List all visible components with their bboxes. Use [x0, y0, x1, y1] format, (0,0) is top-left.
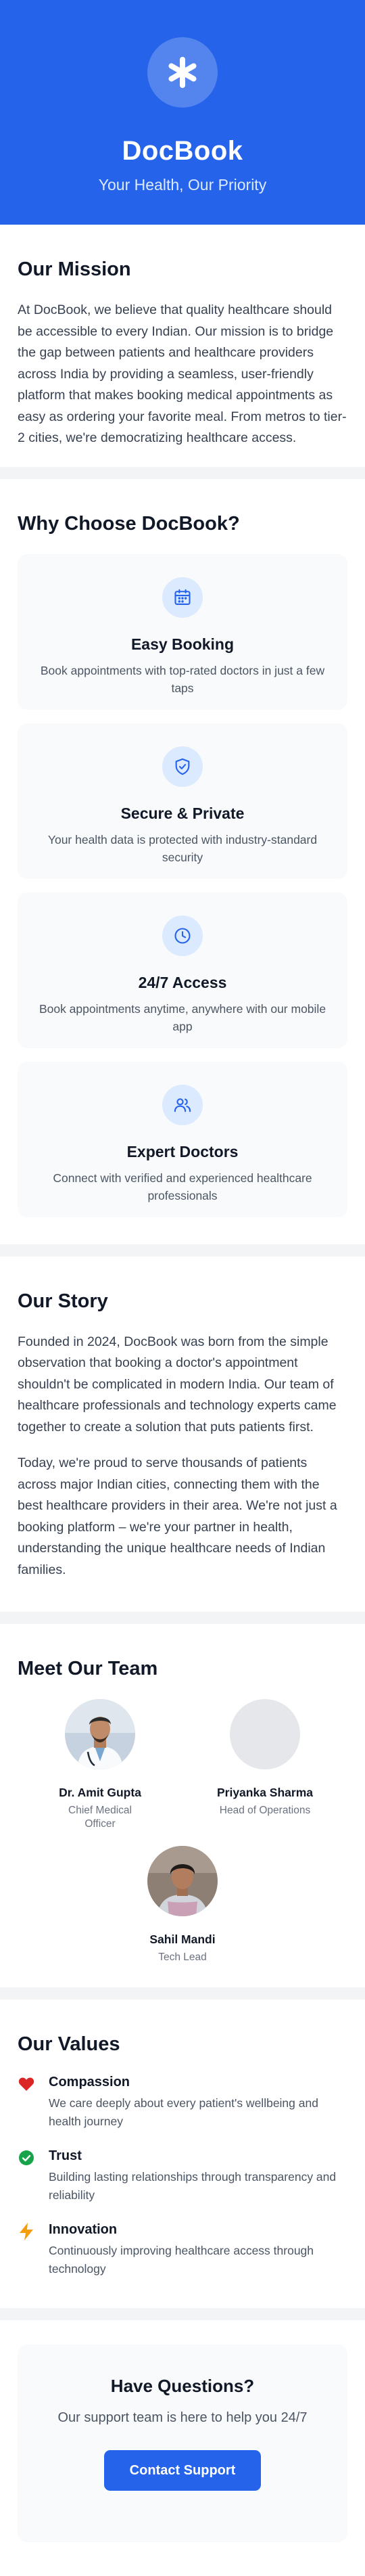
section-divider [0, 1987, 365, 1999]
feature-card-24-7: 24/7 Access Book appointments anytime, a… [18, 892, 347, 1048]
section-divider [0, 1612, 365, 1624]
heart-icon [18, 2075, 35, 2093]
shield-check-icon [162, 746, 203, 787]
app-tagline: Your Health, Our Priority [98, 176, 267, 194]
users-icon [162, 1084, 203, 1125]
feature-desc: Connect with verified and experienced he… [53, 1171, 312, 1202]
team-member: Priyanka Sharma Head of Operations [182, 1699, 347, 1831]
value-desc: Building lasting relationships through t… [49, 2170, 337, 2202]
avatar [147, 1846, 218, 1916]
member-name: Sahil Mandi [149, 1933, 216, 1946]
team-member: Dr. Amit Gupta Chief Medical Officer [18, 1699, 182, 1831]
member-role: Head of Operations [219, 1805, 311, 1816]
feature-desc: Your health data is protected with indus… [47, 832, 318, 864]
feature-card-secure: Secure & Private Your health data is pro… [18, 723, 347, 879]
value-item: Trust Building lasting relationships thr… [18, 2148, 347, 2205]
story-paragraph: Today, we're proud to serve thousands of… [18, 1455, 337, 1577]
calendar-icon [162, 577, 203, 618]
story-heading: Our Story [18, 1290, 108, 1312]
why-section: Why Choose DocBook? Easy Booking Book ap… [0, 478, 365, 1244]
contact-card: Have Questions? Our support team is here… [18, 2345, 347, 2542]
contact-title: Have Questions? [110, 2376, 255, 2396]
value-title: Innovation [49, 2222, 118, 2237]
feature-title: Easy Booking [130, 635, 235, 653]
contact-section: Have Questions? Our support team is here… [0, 2320, 365, 2576]
contact-support-button[interactable]: Contact Support [104, 2450, 261, 2491]
contact-subtitle: Our support team is here to help you 24/… [57, 2410, 308, 2425]
avatar [230, 1699, 300, 1769]
why-heading: Why Choose DocBook? [18, 512, 240, 535]
mission-section: Our Mission At DocBook, we believe that … [0, 225, 365, 467]
feature-title: Secure & Private [120, 804, 245, 822]
mission-text: At DocBook, we believe that quality heal… [18, 302, 347, 445]
section-divider [0, 466, 365, 479]
value-desc: Continuously improving healthcare access… [49, 2244, 314, 2276]
feature-card-expert-doctors: Expert Doctors Connect with verified and… [18, 1061, 347, 1217]
check-circle-icon [18, 2149, 35, 2167]
member-name: Priyanka Sharma [216, 1786, 314, 1799]
clock-icon [162, 915, 203, 956]
value-title: Compassion [49, 2075, 130, 2089]
team-member: Sahil Mandi Tech Lead [18, 1846, 347, 1964]
feature-desc: Book appointments anytime, anywhere with… [39, 1001, 326, 1033]
app-title: DocBook [122, 136, 243, 166]
member-name: Dr. Amit Gupta [59, 1786, 141, 1799]
section-divider [0, 1244, 365, 1257]
member-role: Tech Lead [158, 1951, 207, 1963]
story-paragraph: Founded in 2024, DocBook was born from t… [18, 1334, 337, 1434]
feature-desc: Book appointments with top-rated doctors… [40, 663, 325, 695]
avatar [65, 1699, 135, 1769]
value-item: Compassion We care deeply about every pa… [18, 2075, 347, 2131]
team-heading: Meet Our Team [18, 1658, 158, 1679]
value-desc: We care deeply about every patient's wel… [49, 2096, 318, 2128]
lightning-icon [18, 2223, 35, 2240]
values-heading: Our Values [18, 2033, 120, 2055]
values-section: Our Values Compassion We care deeply abo… [0, 1999, 365, 2308]
feature-title: 24/7 Access [138, 973, 227, 991]
value-title: Trust [49, 2148, 82, 2163]
feature-title: Expert Doctors [126, 1142, 239, 1160]
value-item: Innovation Continuously improving health… [18, 2222, 347, 2278]
team-section: Meet Our Team Dr. Amit Gupta Chief Medic… [0, 1624, 365, 1987]
story-section: Our Story Founded in 2024, DocBook was b… [0, 1256, 365, 1612]
hero-banner: DocBook Your Health, Our Priority [0, 0, 365, 225]
asterisk-icon [147, 37, 218, 108]
section-divider [0, 2308, 365, 2320]
team-grid: Dr. Amit Gupta Chief Medical Officer Pri… [18, 1699, 347, 1979]
feature-card-easy-booking: Easy Booking Book appointments with top-… [18, 553, 347, 710]
mission-heading: Our Mission [18, 258, 131, 280]
member-role: Chief Medical Officer [68, 1805, 132, 1830]
